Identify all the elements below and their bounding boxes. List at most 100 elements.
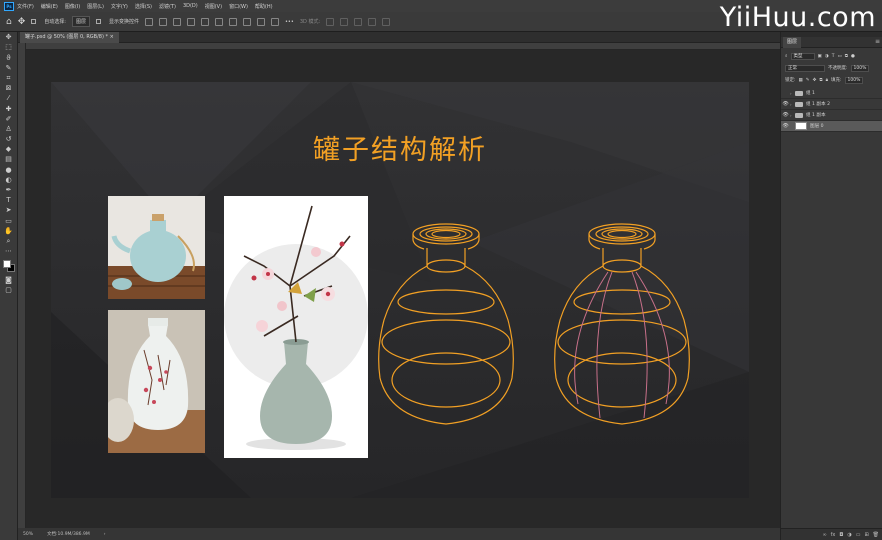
photoshop-app-icon[interactable]: Ps: [4, 1, 14, 11]
panel-menu-icon[interactable]: ≡: [875, 38, 880, 45]
zoom-tool-icon[interactable]: ⌕: [4, 237, 14, 246]
blend-mode-dropdown[interactable]: 正常: [785, 64, 825, 72]
filter-kind-dropdown[interactable]: 类型: [790, 52, 815, 60]
fx-icon[interactable]: fx: [831, 532, 836, 538]
lasso-tool-icon[interactable]: ϑ: [4, 54, 14, 63]
show-transform-checkbox[interactable]: [95, 19, 101, 24]
marquee-tool-icon[interactable]: ⬚: [4, 43, 14, 52]
lock-pixels-icon[interactable]: ✎: [806, 78, 810, 83]
drag-3d-icon[interactable]: [354, 17, 363, 26]
scale-3d-icon[interactable]: [382, 17, 391, 26]
status-bar: 50% 文档:10.9M/386.9M ›: [18, 528, 780, 540]
move-tool-icon[interactable]: ✥: [4, 33, 14, 42]
status-menu-arrow-icon[interactable]: ›: [104, 532, 106, 537]
roll-3d-icon[interactable]: [340, 17, 349, 26]
distribute-bottom-icon[interactable]: [256, 17, 265, 26]
vertical-ruler: [18, 43, 26, 528]
gradient-tool-icon[interactable]: ▤: [4, 155, 14, 164]
distribute-left-icon[interactable]: [270, 17, 279, 26]
eyedropper-tool-icon[interactable]: ⁄: [4, 94, 14, 103]
filter-shape-icon[interactable]: ▭: [837, 54, 841, 59]
home-icon[interactable]: ⌂: [6, 17, 12, 27]
menu-select[interactable]: 选择(S): [135, 3, 152, 10]
document-tab[interactable]: 罐子.psd @ 50% (图层 0, RGB/8) * ×: [20, 32, 119, 43]
lock-transparent-icon[interactable]: ▦: [799, 78, 803, 83]
shape-tool-icon[interactable]: ▭: [4, 217, 14, 226]
layer-row[interactable]: 👁︎ › 组 1 副本: [781, 110, 882, 121]
filter-pixel-icon[interactable]: ▣: [818, 54, 822, 59]
more-options-icon[interactable]: •••: [285, 19, 294, 25]
new-layer-icon[interactable]: ⊞: [864, 532, 868, 538]
crop-tool-icon[interactable]: ⌗: [4, 74, 14, 83]
opacity-input[interactable]: 100%: [850, 64, 870, 72]
slide-3d-icon[interactable]: [368, 17, 377, 26]
layer-row[interactable]: › 组 1: [781, 88, 882, 99]
dodge-tool-icon[interactable]: ◐: [4, 176, 14, 185]
menu-edit[interactable]: 编辑(E): [41, 3, 58, 10]
eye-icon[interactable]: 👁︎: [781, 112, 790, 118]
link-layers-icon[interactable]: ∞: [822, 532, 826, 538]
more-tools-icon[interactable]: ⋯: [4, 247, 14, 256]
path-select-tool-icon[interactable]: ➤: [4, 206, 14, 215]
filter-smart-icon[interactable]: ⧉: [845, 53, 848, 59]
layer-row-selected[interactable]: 👁︎ 图层 0: [781, 121, 882, 132]
folder-icon: [795, 90, 803, 96]
pen-tool-icon[interactable]: ✒: [4, 186, 14, 195]
fill-input[interactable]: 100%: [844, 76, 864, 84]
frame-tool-icon[interactable]: ⊠: [4, 84, 14, 93]
layer-row[interactable]: 👁︎ › 组 1 副本 2: [781, 99, 882, 110]
add-mask-icon[interactable]: ◘: [839, 532, 843, 538]
layers-panel-footer: ∞ fx ◘ ◑ ▭ ⊞ 🗑︎: [781, 528, 882, 540]
blur-tool-icon[interactable]: ●: [4, 166, 14, 175]
new-group-icon[interactable]: ▭: [856, 532, 861, 538]
filter-type-icon[interactable]: T: [832, 54, 835, 59]
lock-position-icon[interactable]: ✥: [813, 78, 817, 83]
foreground-color-swatch[interactable]: [2, 260, 11, 269]
eraser-tool-icon[interactable]: ◆: [4, 145, 14, 154]
filter-adjust-icon[interactable]: ◑: [825, 54, 829, 59]
rotate-3d-icon[interactable]: [326, 17, 335, 26]
healing-tool-icon[interactable]: ✚: [4, 105, 14, 114]
distribute-top-icon[interactable]: [228, 17, 237, 26]
screen-mode-icon[interactable]: ▢: [4, 286, 14, 295]
lock-artboard-icon[interactable]: ⧉: [819, 77, 822, 83]
type-tool-icon[interactable]: T: [4, 196, 14, 205]
menu-image[interactable]: 图像(I): [65, 3, 80, 10]
menu-view[interactable]: 视图(V): [205, 3, 222, 10]
document-canvas[interactable]: 罐子结构解析: [51, 82, 749, 498]
quick-mask-icon[interactable]: ◙: [4, 276, 14, 285]
auto-select-dropdown[interactable]: 图层: [71, 16, 90, 27]
move-tool-icon[interactable]: ✥: [18, 17, 26, 27]
lock-all-icon[interactable]: 🔒︎: [826, 77, 828, 83]
history-brush-tool-icon[interactable]: ↺: [4, 135, 14, 144]
align-center-icon[interactable]: [158, 17, 167, 26]
eye-icon[interactable]: 👁︎: [781, 101, 790, 107]
quick-select-tool-icon[interactable]: ✎: [4, 64, 14, 73]
eye-icon[interactable]: 👁︎: [781, 123, 790, 129]
align-middle-icon[interactable]: [200, 17, 209, 26]
document-size[interactable]: 文档:10.9M/386.9M: [47, 531, 90, 537]
align-bottom-icon[interactable]: [214, 17, 223, 26]
brush-tool-icon[interactable]: ✐: [4, 115, 14, 124]
zoom-level[interactable]: 50%: [23, 532, 33, 537]
hand-tool-icon[interactable]: ✋: [4, 227, 14, 236]
adjustment-layer-icon[interactable]: ◑: [847, 532, 851, 538]
distribute-center-icon[interactable]: [242, 17, 251, 26]
align-top-icon[interactable]: [186, 17, 195, 26]
color-swatches[interactable]: [2, 259, 16, 273]
filter-toggle-icon[interactable]: ●: [851, 54, 855, 59]
menu-3d[interactable]: 3D(D): [183, 3, 198, 9]
menu-file[interactable]: 文件(F): [17, 3, 34, 10]
menu-layer[interactable]: 图层(L): [87, 3, 104, 10]
delete-layer-icon[interactable]: 🗑︎: [873, 532, 879, 538]
align-right-icon[interactable]: [172, 17, 181, 26]
tab-layers[interactable]: 图层: [783, 37, 802, 48]
stamp-tool-icon[interactable]: ♙: [4, 125, 14, 134]
close-tab-icon[interactable]: ×: [110, 34, 114, 40]
align-left-icon[interactable]: [144, 17, 153, 26]
menu-filter[interactable]: 滤镜(T): [159, 3, 176, 10]
menu-window[interactable]: 窗口(W): [229, 3, 248, 10]
menu-help[interactable]: 帮助(H): [255, 3, 273, 10]
auto-select-checkbox[interactable]: [31, 19, 37, 24]
menu-type[interactable]: 文字(Y): [111, 3, 128, 10]
